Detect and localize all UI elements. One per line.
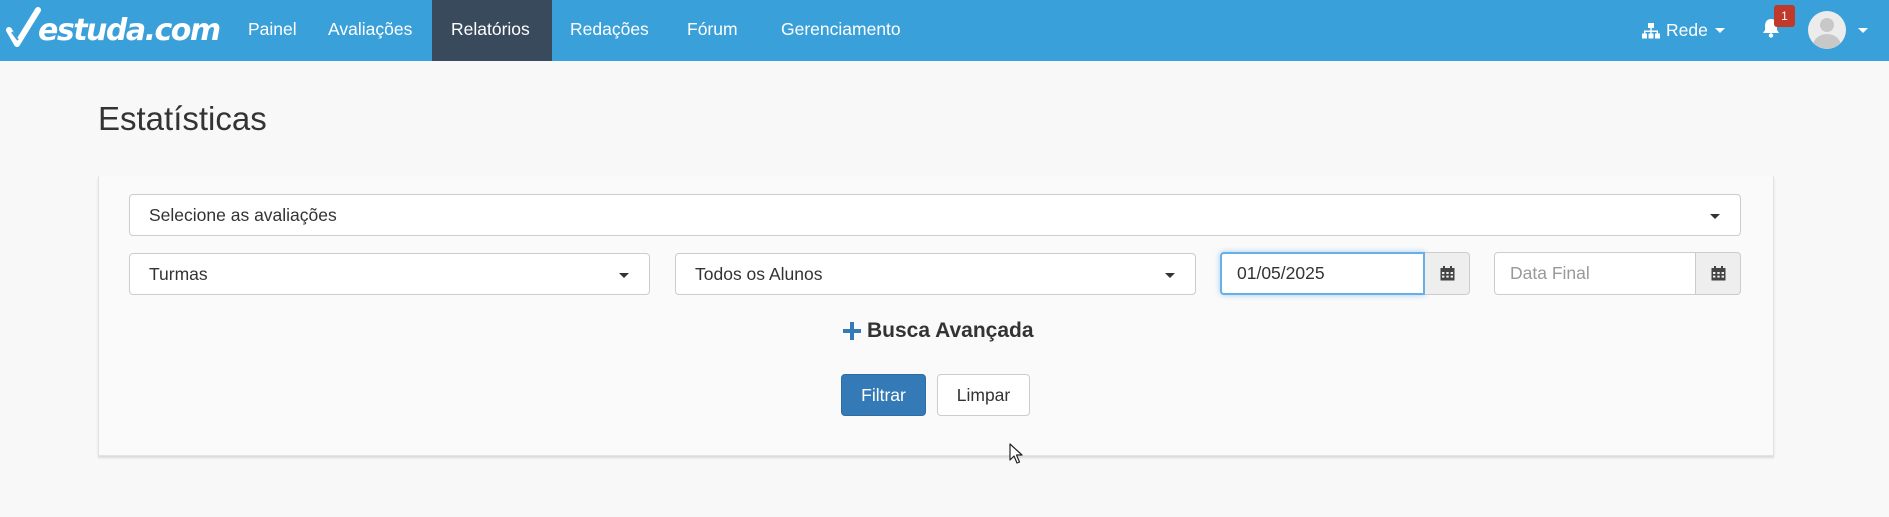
turmas-select[interactable]: Turmas — [129, 253, 650, 295]
calendar-icon — [1440, 266, 1454, 281]
chevron-down-icon — [1710, 214, 1720, 219]
nav-painel[interactable]: Painel — [229, 0, 316, 61]
mouse-cursor-icon — [1009, 443, 1023, 464]
sitemap-icon — [1642, 22, 1660, 38]
brand-name: estuda.com — [38, 12, 221, 48]
data-final-calendar-button[interactable] — [1696, 252, 1741, 295]
nav-avaliacoes[interactable]: Avaliações — [309, 0, 431, 61]
notification-badge: 1 — [1774, 5, 1795, 27]
busca-avancada-label: Busca Avançada — [867, 319, 1034, 342]
avatar — [1808, 11, 1846, 49]
rede-dropdown[interactable]: Rede — [1642, 0, 1725, 61]
data-inicial-group: 01/05/2025 — [1220, 252, 1470, 295]
data-inicial-calendar-button[interactable] — [1425, 252, 1470, 295]
nav-forum[interactable]: Fórum — [668, 0, 757, 61]
chevron-down-icon — [619, 273, 629, 278]
plus-icon — [843, 322, 861, 340]
top-navbar: estuda.com Painel Avaliações Relatórios … — [0, 0, 1889, 61]
busca-avancada-toggle[interactable]: Busca Avançada — [843, 319, 1034, 343]
alunos-select[interactable]: Todos os Alunos — [675, 253, 1196, 295]
limpar-button[interactable]: Limpar — [937, 374, 1030, 416]
calendar-icon — [1711, 266, 1725, 281]
user-menu[interactable] — [1808, 10, 1868, 50]
checkmark-logo-icon — [6, 7, 41, 47]
turmas-select-value: Turmas — [149, 263, 208, 284]
nav-gerenciamento[interactable]: Gerenciamento — [762, 0, 920, 61]
rede-label: Rede — [1666, 20, 1708, 40]
nav-redacoes[interactable]: Redações — [551, 0, 668, 61]
nav-relatorios[interactable]: Relatórios — [432, 0, 552, 61]
alunos-select-value: Todos os Alunos — [695, 263, 823, 284]
data-final-input[interactable]: Data Final — [1494, 252, 1696, 295]
chevron-down-icon — [1714, 28, 1725, 33]
chevron-down-icon — [1858, 27, 1868, 33]
filtrar-button[interactable]: Filtrar — [841, 374, 926, 416]
data-final-group: Data Final — [1494, 252, 1741, 295]
chevron-down-icon — [1165, 273, 1175, 278]
page-title: Estatísticas — [98, 100, 267, 137]
brand-logo[interactable]: estuda.com — [6, 3, 221, 57]
avaliacoes-select-value: Selecione as avaliações — [149, 204, 337, 225]
avaliacoes-select[interactable]: Selecione as avaliações — [129, 194, 1741, 236]
data-inicial-input[interactable]: 01/05/2025 — [1220, 252, 1425, 295]
